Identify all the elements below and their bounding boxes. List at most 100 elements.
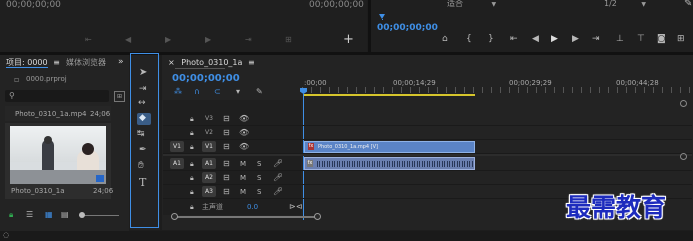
v3-track-label[interactable]: V3 [202,113,216,124]
scrollbar-handle-left[interactable] [171,213,178,220]
a2-track-label[interactable]: A2 [202,172,216,183]
step-back-icon[interactable]: ◀ [532,34,539,44]
pen-icon[interactable]: ✒ [139,145,147,155]
v1-source-target[interactable]: V1 [170,141,184,152]
source-step-forward-icon[interactable]: ▶ [205,35,211,44]
v3-eye-icon[interactable]: 👁︎ [239,114,249,123]
go-to-in-icon[interactable]: ⇤ [510,34,518,44]
v2-lock-icon[interactable]: 🔒︎ [190,129,194,137]
v2-eye-icon[interactable]: 👁︎ [239,128,249,137]
razor-tool[interactable]: ◆ [137,113,151,125]
mark-out-icon[interactable]: } [488,34,494,44]
a1-solo-button[interactable]: S [257,160,261,168]
freeform-view-icon[interactable]: ▤ [61,210,69,219]
marker-in-icon[interactable]: ⌂ [442,34,448,44]
source-go-to-out-icon[interactable]: ⇥ [245,35,252,44]
status-indicator-icon[interactable]: ◌ [3,231,9,239]
v3-lock-icon[interactable]: 🔒︎ [190,115,194,123]
tab-close-icon[interactable]: × [168,58,175,67]
tab-sequence[interactable]: × Photo_0310_1a ≡ [168,58,255,67]
a1-mute-button[interactable]: M [240,160,246,168]
tab-project[interactable]: 项目: 0000 ≡ [6,58,60,68]
a3-lock-icon[interactable]: 🔒︎ [190,188,194,196]
icon-view-icon[interactable]: ▦ [45,210,53,219]
sequence-timecode[interactable]: 00;00;00;00 [172,73,240,84]
audio-tracks-scroll-handle[interactable] [680,153,687,160]
video-tracks-scroll-handle[interactable] [680,100,687,107]
source-timecode[interactable]: 00;00;00;00 [6,0,61,10]
a3-solo-button[interactable]: S [257,188,261,196]
v2-sync-lock-icon[interactable]: ⊟ [223,128,230,137]
a3-mute-button[interactable]: M [240,188,246,196]
master-skip-icon[interactable]: ⊳⊲ [289,202,302,211]
a2-mute-button[interactable]: M [240,174,246,182]
clip-thumbnail[interactable] [10,126,106,184]
v3-sync-lock-icon[interactable]: ⊟ [223,114,230,123]
add-marker-icon[interactable]: ▾ [236,87,240,96]
tab-media-browser[interactable]: 媒体浏览器 [66,58,106,67]
program-fit-select[interactable]: 适合 ▼ [447,0,496,9]
go-to-out-icon[interactable]: ⇥ [592,34,600,44]
v1-track-label[interactable]: V1 [202,141,216,152]
selection-arrow-icon[interactable]: ➤ [139,67,147,78]
a2-sync-lock-icon[interactable]: ⊟ [223,173,230,182]
a1-microphone-icon[interactable]: 🎤︎ [273,159,283,168]
audio-clip[interactable]: fx [304,157,475,170]
project-item-top[interactable]: Photo_0310_1a.mp4 24;06 [5,106,111,121]
a2-solo-button[interactable]: S [257,174,261,182]
play-icon[interactable]: ▶ [551,34,558,44]
program-settings-wrench-icon[interactable]: ✎ [684,0,692,9]
source-add-button-icon[interactable]: + [343,33,354,47]
a1-source-target[interactable]: A1 [170,158,184,169]
project-search-input[interactable]: ⚲ [5,90,109,102]
new-bin-icon[interactable]: ⊞ [114,91,125,102]
v2-track-label[interactable]: V2 [202,127,216,138]
zoom-slider-handle[interactable] [79,212,85,218]
timeline-settings-wrench-icon[interactable]: ✎ [256,87,263,96]
track-select-forward-icon[interactable]: ⇥ [139,84,147,94]
step-forward-icon[interactable]: ▶ [572,34,579,44]
source-insert-icon[interactable]: ⊞ [285,35,292,44]
linked-selection-icon[interactable]: ⊂ [214,87,221,96]
list-view-icon[interactable]: ☰ [26,210,33,219]
v1-eye-icon[interactable]: 👁︎ [239,142,249,151]
mark-in-icon[interactable]: { [466,34,472,44]
v1-sync-lock-icon[interactable]: ⊟ [223,142,230,151]
hand-icon[interactable]: ✋︎ [138,160,144,171]
work-area-bar[interactable] [303,94,475,96]
program-scrubber[interactable] [379,14,691,20]
snap-icon[interactable]: ∩ [194,87,200,96]
a3-track-label[interactable]: A3 [202,186,216,197]
export-frame-icon[interactable]: ◙ [657,34,666,44]
button-editor-icon[interactable]: ⊞ [677,34,685,44]
video-clip[interactable]: fx Photo_0310_1a.mp4 [V] [304,141,475,153]
source-step-back-icon[interactable]: ◀ [125,35,131,44]
program-timecode[interactable]: 00;00;00;00 [377,23,438,33]
v1-lock-icon[interactable]: 🔒︎ [190,143,194,151]
source-play-icon[interactable]: ▶ [165,35,171,44]
zoom-slider[interactable] [79,212,119,218]
tab-sequence-menu-icon[interactable]: ≡ [248,58,255,67]
tab-project-menu-icon[interactable]: ≡ [53,58,60,67]
lock-icon[interactable]: 🔒︎ [9,210,13,219]
ripple-edit-icon[interactable]: ↔ [138,98,146,108]
slip-icon[interactable]: ↹ [137,129,145,139]
timeline-scrollbar[interactable] [171,213,321,220]
master-lock-icon[interactable]: 🔒︎ [190,203,194,211]
project-clip-card[interactable]: Photo_0310_1a 24;06 [5,123,113,199]
a3-microphone-icon[interactable]: 🎤︎ [273,187,283,196]
a2-lock-icon[interactable]: 🔒︎ [190,174,194,182]
scrollbar-handle-right[interactable] [314,213,321,220]
type-icon[interactable]: T [139,176,146,189]
program-resolution-select[interactable]: 1/2 ▼ [604,0,646,9]
a1-lock-icon[interactable]: 🔒︎ [190,160,194,168]
source-go-to-in-icon[interactable]: ⇤ [85,35,92,44]
master-volume-value[interactable]: 0.0 [247,203,258,211]
nest-icon[interactable]: ⁂ [174,87,182,96]
lift-icon[interactable]: ⊥ [616,34,624,44]
a1-track-label[interactable]: A1 [202,158,216,169]
a2-microphone-icon[interactable]: 🎤︎ [273,173,283,182]
a1-sync-lock-icon[interactable]: ⊟ [223,159,230,168]
video-audio-divider[interactable] [163,154,692,156]
panel-overflow-icon[interactable]: » [118,57,124,67]
